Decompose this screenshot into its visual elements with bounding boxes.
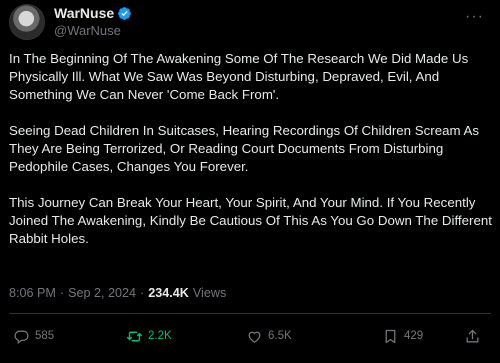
share-icon xyxy=(466,329,479,342)
author-handle[interactable]: @WarNuse xyxy=(54,22,132,39)
like-button[interactable]: 6.5K xyxy=(246,328,292,345)
views-label: Views xyxy=(192,286,227,300)
views-count[interactable]: 234.4K xyxy=(148,286,189,300)
tweet-paragraph: This Journey Can Break Your Heart, Your … xyxy=(9,195,492,246)
reply-button[interactable]: 585 xyxy=(13,328,54,345)
reply-count: 585 xyxy=(35,330,55,342)
tweet-header: WarNuse @WarNuse ··· xyxy=(9,4,500,40)
bookmark-button[interactable]: 429 xyxy=(382,328,423,345)
bookmark-icon xyxy=(385,329,396,343)
action-bar: 585 2.2K 6.5K 429 xyxy=(9,326,491,346)
verified-badge-icon xyxy=(118,7,132,20)
avatar[interactable] xyxy=(9,4,45,40)
divider xyxy=(9,313,491,314)
like-count: 6.5K xyxy=(268,330,292,342)
meta-separator: · xyxy=(140,286,145,300)
bookmark-count: 429 xyxy=(404,330,424,342)
tweet-time[interactable]: 8:06 PM xyxy=(9,286,56,300)
repost-count: 2.2K xyxy=(148,330,172,342)
meta-separator: · xyxy=(59,286,65,300)
author-display-name[interactable]: WarNuse xyxy=(54,5,114,22)
more-icon[interactable]: ··· xyxy=(465,9,484,25)
reply-icon xyxy=(14,330,29,344)
tweet-body: In The Beginning Of The Awakening Some O… xyxy=(9,50,497,266)
tweet-paragraph: In The Beginning Of The Awakening Some O… xyxy=(9,51,469,102)
tweet-date[interactable]: Sep 2, 2024 xyxy=(68,286,136,300)
name-row: WarNuse xyxy=(54,5,132,22)
author-names: WarNuse @WarNuse xyxy=(54,5,132,39)
repost-button[interactable]: 2.2K xyxy=(126,328,172,345)
repost-icon xyxy=(127,331,142,341)
tweet-meta: 8:06 PM · Sep 2, 2024 · 234.4K Views xyxy=(9,286,226,300)
share-button[interactable] xyxy=(464,328,481,345)
like-icon xyxy=(248,331,261,343)
tweet-paragraph: Seeing Dead Children In Suitcases, Heari… xyxy=(9,123,480,174)
